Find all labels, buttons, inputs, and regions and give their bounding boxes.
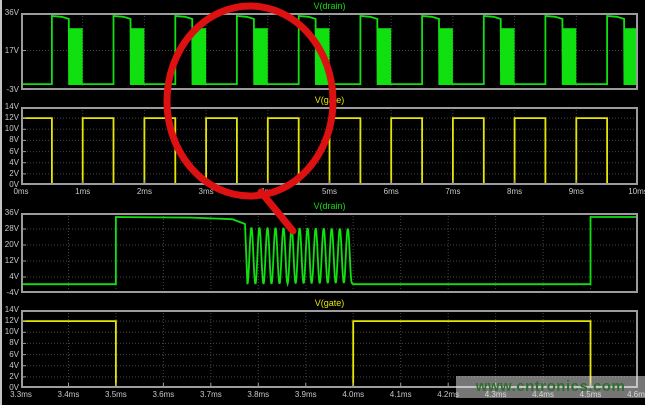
y-axis-label: 8V [9,136,19,144]
y-axis-label: 10V [5,328,19,336]
y-axis-label: 17V [5,47,19,55]
x-axis-label: 3.5ms [105,391,127,399]
x-axis-label: 3.6ms [152,391,174,399]
y-axis-label: 2V [9,170,19,178]
panel-title: V(drain) [313,201,345,211]
panel-title: V(gate) [315,95,345,105]
x-axis-label: 0ms [13,188,28,196]
y-axis-label: 28V [5,225,19,233]
V(drain)-zoom-trace [21,217,638,284]
waveform-viewer: V(drain) 36V17V-3V V(gate) 14V12V10V8V6V… [0,0,645,405]
ringing-burst-block [378,28,392,84]
panel-title: V(gate) [315,298,345,308]
x-axis-label: 9ms [569,188,584,196]
V(gate)-overview-trace [21,118,638,185]
ringing-burst-block [316,28,330,84]
y-axis-label: 4V [9,273,19,281]
panel-drain-zoom: V(drain) 36V28V20V12V4V-4V [21,213,638,293]
x-axis-label: 3.7ms [200,391,222,399]
y-axis-label: 12V [5,114,19,122]
x-axis-label: 4ms [260,188,275,196]
ringing-burst-block [439,28,453,84]
x-axis-label: 3.4ms [58,391,80,399]
x-axis-label: 8ms [507,188,522,196]
ringing-burst-block [624,28,638,84]
x-axis-label: 7ms [445,188,460,196]
x-axis-label: 3.8ms [247,391,269,399]
y-axis-label: 36V [5,9,19,17]
ringing-burst-block [193,28,207,84]
x-axis-label: 3.9ms [295,391,317,399]
y-axis-label: 10V [5,125,19,133]
panel-drain-overview: V(drain) 36V17V-3V [21,13,638,90]
y-axis-label: 12V [5,257,19,265]
panel-title: V(drain) [313,1,345,11]
plot-V(drain)-overview [21,13,638,90]
x-axis-label: 4.1ms [390,391,412,399]
left-edge-artifact [0,0,2,405]
watermark: www.cntronics.com [456,376,645,398]
x-axis-label: 4.0ms [342,391,364,399]
ringing-burst-block [254,28,268,84]
ringing-burst-block [501,28,515,84]
y-axis-label: 2V [9,373,19,381]
y-axis-label: 14V [5,103,19,111]
ringing-burst-block [131,28,145,84]
y-axis-label: 4V [9,362,19,370]
x-axis-label: 1ms [75,188,90,196]
plot-V(drain)-zoom [21,213,638,293]
plot-V(gate)-overview [21,107,638,185]
y-axis-label: 8V [9,339,19,347]
x-axis-label: 3.3ms [10,391,32,399]
y-axis-label: 6V [9,351,19,359]
y-axis-label: -3V [7,86,19,94]
x-axis-label: 2ms [137,188,152,196]
y-axis-label: 4V [9,159,19,167]
x-axis-label: 3ms [199,188,214,196]
y-axis-label: -4V [7,289,19,297]
x-axis-label: 6ms [384,188,399,196]
y-axis-label: 12V [5,317,19,325]
y-axis-label: 6V [9,148,19,156]
ringing-burst-block [69,28,83,84]
ringing-burst-block [563,28,577,84]
y-axis-label: 14V [5,306,19,314]
y-axis-label: 36V [5,209,19,217]
panel-gate-overview: V(gate) 14V12V10V8V6V4V2V0V0ms1ms2ms3ms4… [21,107,638,185]
y-axis-label: 20V [5,241,19,249]
x-axis-label: 5ms [322,188,337,196]
x-axis-label: 10ms [628,188,645,196]
